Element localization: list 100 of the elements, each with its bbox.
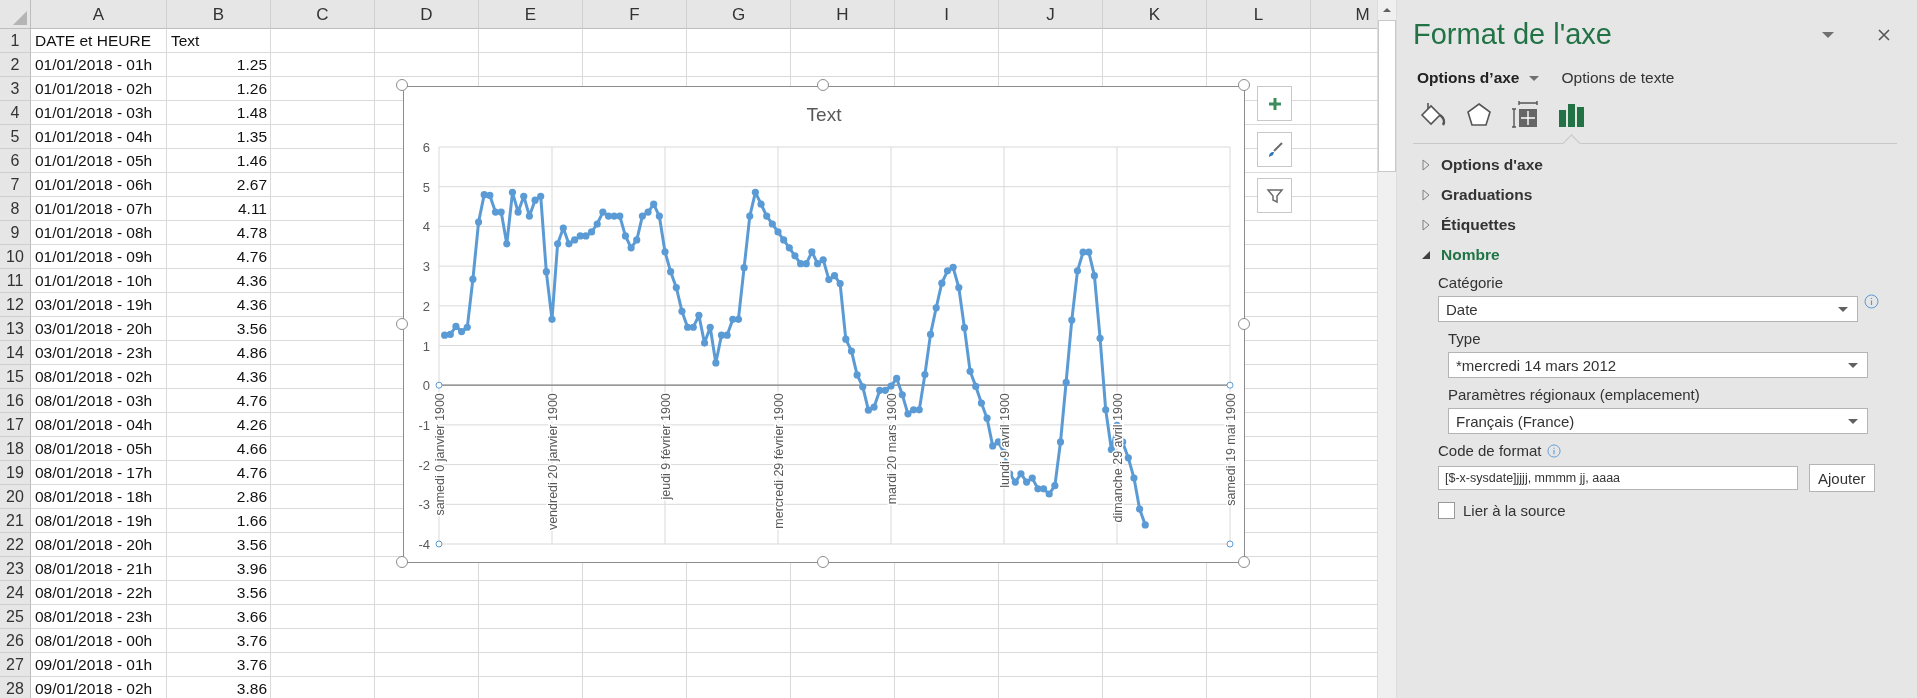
- column-header[interactable]: D: [375, 0, 479, 29]
- column-header[interactable]: C: [271, 0, 375, 29]
- column-header[interactable]: B: [167, 0, 271, 29]
- info-icon[interactable]: [1864, 294, 1879, 309]
- table-cell-text: 3.96: [236, 559, 267, 579]
- row-header[interactable]: 11: [0, 269, 31, 293]
- section-header[interactable]: Graduations: [1413, 180, 1533, 210]
- table-cell-text: 08/01/2018 - 05h: [35, 439, 153, 459]
- scroll-up-icon[interactable]: [1381, 6, 1393, 14]
- table-cell-text: 08/01/2018 - 22h: [35, 583, 153, 603]
- table-cell-text: 01/01/2018 - 06h: [35, 175, 153, 195]
- row-header[interactable]: 12: [0, 293, 31, 317]
- selection-handle[interactable]: [1226, 540, 1234, 548]
- section-header[interactable]: Étiquettes: [1413, 210, 1516, 240]
- column-header[interactable]: J: [999, 0, 1103, 29]
- row-header[interactable]: 22: [0, 533, 31, 557]
- table-cell-text: 4.76: [236, 247, 267, 267]
- link-source-checkbox[interactable]: [1438, 502, 1455, 519]
- row-header[interactable]: 25: [0, 605, 31, 629]
- section-header[interactable]: Options d'axe: [1413, 150, 1543, 180]
- chart-filter-button[interactable]: [1257, 178, 1292, 213]
- row-header[interactable]: 18: [0, 437, 31, 461]
- row-header[interactable]: 26: [0, 629, 31, 653]
- row-header[interactable]: 8: [0, 197, 31, 221]
- row-header[interactable]: 27: [0, 653, 31, 677]
- row-header[interactable]: 2: [0, 53, 31, 77]
- type-dropdown[interactable]: *mercredi 14 mars 2012: [1448, 352, 1868, 378]
- column-header[interactable]: I: [895, 0, 999, 29]
- column-header[interactable]: F: [583, 0, 687, 29]
- pane-options-caret-icon[interactable]: [1821, 30, 1835, 39]
- row-header[interactable]: 9: [0, 221, 31, 245]
- table-cell-text: 01/01/2018 - 01h: [35, 55, 153, 75]
- format-code-field[interactable]: [$-x-sysdate]jjjj, mmmm jj, aaaa: [1438, 466, 1798, 490]
- row-header[interactable]: 28: [0, 677, 31, 698]
- axis-tick-label: 1: [422, 338, 430, 354]
- row-header[interactable]: 15: [0, 365, 31, 389]
- resize-handle[interactable]: [1238, 556, 1250, 568]
- selection-handle[interactable]: [435, 381, 443, 389]
- size-properties-tab[interactable]: [1509, 99, 1541, 131]
- pane-tab[interactable]: Options d’axe: [1417, 69, 1540, 87]
- table-cell-text: 01/01/2018 - 02h: [35, 79, 153, 99]
- selection-handle[interactable]: [435, 540, 443, 548]
- table-cell-text: 01/01/2018 - 03h: [35, 103, 153, 123]
- resize-handle[interactable]: [817, 79, 829, 91]
- resize-handle[interactable]: [1238, 79, 1250, 91]
- row-header[interactable]: 17: [0, 413, 31, 437]
- table-cell-text: 1.48: [236, 103, 267, 123]
- row-header[interactable]: 4: [0, 101, 31, 125]
- axis-tick-label: 4: [422, 219, 430, 235]
- row-header[interactable]: 13: [0, 317, 31, 341]
- row-header[interactable]: 5: [0, 125, 31, 149]
- column-header[interactable]: E: [479, 0, 583, 29]
- row-header[interactable]: 10: [0, 245, 31, 269]
- column-header[interactable]: K: [1103, 0, 1207, 29]
- table-cell-text: 08/01/2018 - 02h: [35, 367, 153, 387]
- row-header[interactable]: 1: [0, 29, 31, 53]
- row-header[interactable]: 24: [0, 581, 31, 605]
- resize-handle[interactable]: [396, 317, 408, 330]
- column-header[interactable]: G: [687, 0, 791, 29]
- table-cell-text: 01/01/2018 - 04h: [35, 127, 153, 147]
- axis-tick-label: 0: [422, 378, 430, 394]
- resize-handle[interactable]: [396, 79, 408, 91]
- scrollbar-thumb[interactable]: [1378, 20, 1396, 172]
- row-header[interactable]: 3: [0, 77, 31, 101]
- close-icon[interactable]: [1877, 27, 1891, 42]
- row-header[interactable]: 23: [0, 557, 31, 581]
- locale-dropdown[interactable]: Français (France): [1448, 408, 1868, 434]
- row-header[interactable]: 14: [0, 341, 31, 365]
- row-header[interactable]: 21: [0, 509, 31, 533]
- column-header[interactable]: H: [791, 0, 895, 29]
- axis-tick-label: 6: [422, 140, 430, 155]
- row-header[interactable]: 6: [0, 149, 31, 173]
- section-header[interactable]: Nombre: [1413, 240, 1500, 270]
- category-dropdown[interactable]: Date: [1438, 296, 1858, 322]
- selection-handle[interactable]: [1226, 381, 1234, 389]
- info-icon[interactable]: [1547, 444, 1562, 458]
- add-element-button[interactable]: [1257, 86, 1292, 121]
- caret-icon: [1527, 74, 1540, 82]
- table-cell-text: 01/01/2018 - 07h: [35, 199, 153, 219]
- chart-area[interactable]: [403, 86, 1245, 563]
- table-cell-text: 08/01/2018 - 03h: [35, 391, 153, 411]
- table-cell-text: 4.11: [237, 199, 267, 219]
- pane-tab[interactable]: Options de texte: [1561, 69, 1675, 87]
- table-cell-text: 01/01/2018 - 10h: [35, 271, 153, 291]
- add-button[interactable]: Ajouter: [1809, 464, 1875, 492]
- table-cell-text: 1.25: [236, 55, 267, 75]
- chart-styles-button[interactable]: [1257, 132, 1292, 167]
- vertical-scrollbar[interactable]: [1377, 0, 1397, 698]
- row-header[interactable]: 7: [0, 173, 31, 197]
- collapsed-triangle-icon: [1421, 189, 1431, 201]
- table-cell-text: 08/01/2018 - 17h: [35, 463, 153, 483]
- select-all-corner[interactable]: [0, 0, 31, 29]
- row-header[interactable]: 16: [0, 389, 31, 413]
- table-cell-text: 3.66: [236, 607, 267, 627]
- resize-handle[interactable]: [396, 556, 408, 568]
- column-header[interactable]: A: [31, 0, 167, 29]
- column-header[interactable]: L: [1207, 0, 1311, 29]
- row-header[interactable]: 20: [0, 485, 31, 509]
- table-cell-text: 01/01/2018 - 08h: [35, 223, 153, 243]
- row-header[interactable]: 19: [0, 461, 31, 485]
